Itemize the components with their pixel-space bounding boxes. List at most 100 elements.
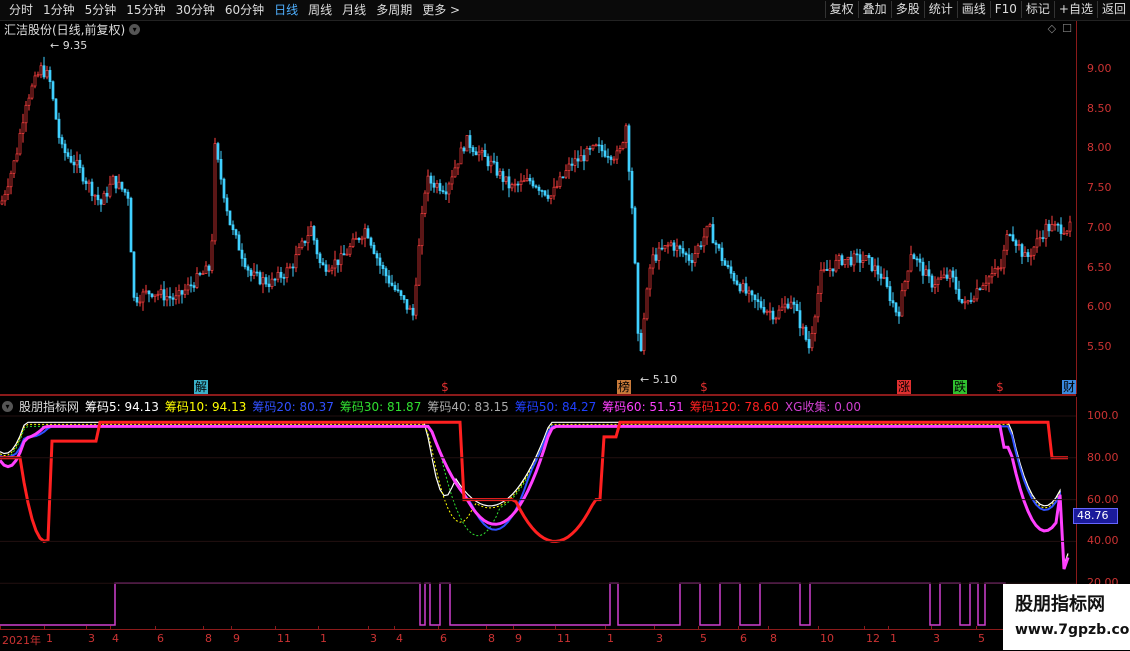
event-marker[interactable]: 解 [194,380,208,394]
event-marker[interactable]: $ [993,380,1007,394]
candle [33,71,37,89]
candle [432,175,436,193]
candle [897,306,901,324]
candle [435,180,439,194]
toolbar-button[interactable]: 画线 [956,1,990,18]
toolbar-button[interactable]: F10 [989,1,1021,18]
legend-item: 筹码20: 80.37 [252,400,334,414]
candle [1065,230,1069,236]
candle [117,174,121,190]
toolbar-button[interactable]: 叠加 [857,1,891,18]
event-marker[interactable]: $ [438,380,452,394]
diamond-icon[interactable]: ◇ [1048,22,1056,35]
candle [528,174,532,185]
candle [795,300,799,312]
candle [234,228,238,239]
indicator-series-line [0,424,1070,570]
event-marker[interactable]: 涨 [897,380,911,394]
event-marker[interactable]: 财 [1062,380,1076,394]
tool-buttons: 复权 叠加 多股 统计 画线 F10 标记 +自选 返回 [824,1,1130,18]
candle [819,262,823,303]
period-tab[interactable]: 5分钟 [80,2,122,18]
candle [588,145,592,156]
period-tab[interactable]: 分时 [4,2,38,18]
toolbar-button[interactable]: 复权 [824,1,858,18]
period-tab[interactable]: 日线 [269,2,303,18]
time-tick: 10 [820,632,834,645]
toolbar-button[interactable]: 返回 [1096,1,1130,18]
chevron-down-icon[interactable]: ▾ [2,401,13,412]
candle [261,271,265,294]
panel-divider[interactable] [0,394,1076,396]
chevron-down-icon[interactable]: ▾ [129,24,141,35]
period-tab[interactable]: 30分钟 [171,2,220,18]
candle [402,294,406,304]
candle [1005,230,1009,256]
candle [690,253,694,272]
price-tick: 7.00 [1087,220,1112,234]
low-price-label: ← 5.10 [640,373,677,386]
time-tick-mark [394,626,395,630]
candle [891,292,895,308]
candle [864,255,868,261]
candle [15,147,19,163]
legend-item: 筹码40: 83.15 [427,400,509,414]
time-tick: 5 [978,632,985,645]
candlestick-chart[interactable]: ← 9.35 ← 5.10 [0,21,1076,394]
indicator-legend: ▾ 股朋指标网 筹码5: 94.13 筹码10: 94.13 筹码20: 80.37… [2,398,861,415]
candle [168,287,172,307]
candle [6,178,10,200]
candle [75,151,79,174]
time-tick: 12 [866,632,880,645]
time-tick: 11 [557,632,571,645]
candle [441,185,445,195]
time-axis: 2021年 1 3 4 6 8 9 11 1 3 4 6 8 9 11 1 3 5 6 8 10 12 1 3 5 [0,626,1076,651]
chart-controls: ◇ ☐ [1048,22,1072,35]
candle [78,154,82,173]
time-tick: 5 [700,632,707,645]
toolbar-button[interactable]: +自选 [1053,1,1097,18]
period-tab[interactable]: 更多 > [417,2,465,18]
event-marker[interactable]: 榜 [617,380,631,394]
toolbar-button[interactable]: 统计 [923,1,957,18]
candle [915,256,919,267]
candle [966,299,970,305]
candle [801,323,805,336]
candle [711,216,715,244]
toolbar-button[interactable]: 标记 [1020,1,1054,18]
candle [699,241,703,250]
candle [927,261,931,284]
candle [198,271,202,277]
legend-item: 筹码5: 94.13 [85,400,159,414]
price-tick: 8.00 [1087,141,1112,155]
event-marker[interactable]: 跌 [953,380,967,394]
period-tab[interactable]: 月线 [337,2,371,18]
candle [54,98,58,120]
period-tab[interactable]: 60分钟 [220,2,269,18]
time-tick-mark [110,626,111,630]
candle [138,294,142,307]
period-tab[interactable]: 15分钟 [121,2,170,18]
candle [984,274,988,291]
candle [729,260,733,279]
candle [507,168,511,198]
toolbar-button[interactable]: 多股 [890,1,924,18]
event-marker[interactable]: $ [697,380,711,394]
candle [981,282,985,291]
candle [969,292,973,304]
period-tab[interactable]: 多周期 [371,2,417,18]
stock-title-bar: 汇洁股份(日线,前复权) ▾ [4,21,141,38]
candle [150,293,154,299]
period-tab[interactable]: 1分钟 [38,2,80,18]
time-tick-mark [203,626,204,630]
indicator-name[interactable]: 股朋指标网 [19,398,79,415]
candle [273,277,277,286]
candle [489,155,493,174]
period-tab[interactable]: 周线 [303,2,337,18]
close-icon[interactable]: ☐ [1062,22,1072,35]
candle [759,296,763,310]
watermark-title: 股朋指标网 [1015,594,1105,615]
xg-step-line [0,582,1070,626]
candle [30,83,34,100]
indicator-chart[interactable] [0,397,1076,629]
